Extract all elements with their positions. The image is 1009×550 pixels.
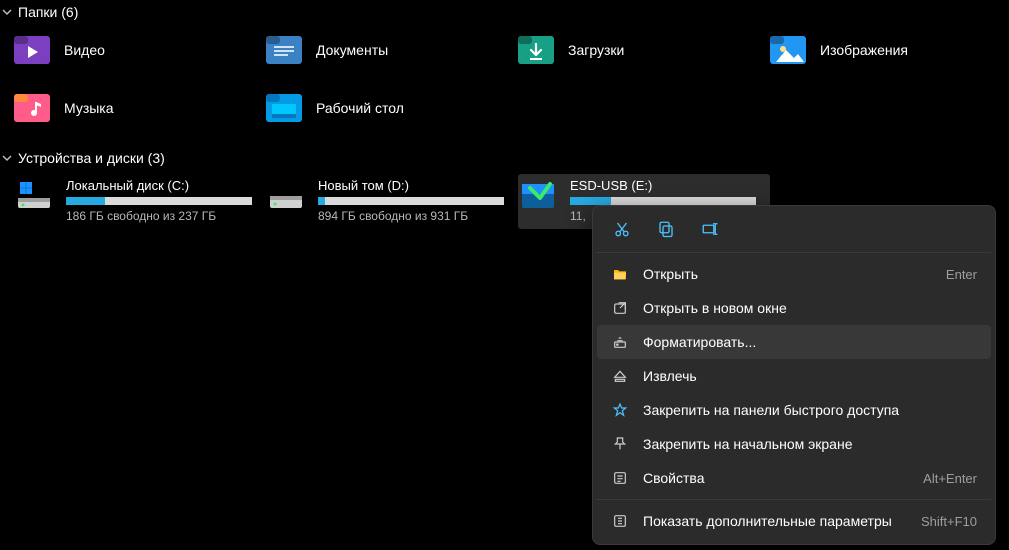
format-drive-icon [611,333,629,351]
folder-label: Музыка [64,100,114,116]
folder-pictures[interactable]: Изображения [770,32,1009,68]
menu-label: Показать дополнительные параметры [643,513,907,529]
context-menu-format[interactable]: Форматировать... [597,325,991,359]
pin-start-icon [611,435,629,453]
folder-label: Изображения [820,42,908,58]
menu-label: Открыть [643,266,932,282]
drive-name: Локальный диск (C:) [66,178,260,193]
folder-music[interactable]: Музыка [14,90,266,126]
menu-shortcut: Alt+Enter [923,471,977,486]
drive-local-c[interactable]: Локальный диск (C:) 186 ГБ свободно из 2… [14,174,266,229]
context-menu: Открыть Enter Открыть в новом окне Форма… [592,205,996,545]
folder-downloads[interactable]: Загрузки [518,32,770,68]
menu-label: Свойства [643,470,909,486]
menu-label: Открыть в новом окне [643,300,963,316]
menu-label: Извлечь [643,368,963,384]
menu-label: Закрепить на панели быстрого доступа [643,402,963,418]
show-more-icon [611,512,629,530]
menu-label: Форматировать... [643,334,963,350]
eject-icon [611,367,629,385]
context-menu-show-more[interactable]: Показать дополнительные параметры Shift+… [597,504,991,538]
properties-icon [611,469,629,487]
usb-drive-icon [520,178,556,214]
downloads-folder-icon [518,32,554,68]
drives-section-title: Устройства и диски (3) [18,150,165,166]
folders-grid: Видео Документы Загрузки [0,24,1009,146]
video-folder-icon [14,32,50,68]
context-menu-open[interactable]: Открыть Enter [597,257,991,291]
context-menu-separator [597,252,991,253]
system-drive-icon [16,178,52,214]
folders-section-title: Папки (6) [18,4,78,20]
drive-subtitle: 186 ГБ свободно из 237 ГБ [66,209,260,223]
menu-shortcut: Shift+F10 [921,514,977,529]
context-menu-open-new-window[interactable]: Открыть в новом окне [597,291,991,325]
cut-icon[interactable] [611,218,633,240]
menu-shortcut: Enter [946,267,977,282]
drive-subtitle: 894 ГБ свободно из 931 ГБ [318,209,512,223]
documents-folder-icon [266,32,302,68]
pictures-folder-icon [770,32,806,68]
context-menu-properties[interactable]: Свойства Alt+Enter [597,461,991,495]
chevron-down-icon [2,150,12,166]
folders-section-header[interactable]: Папки (6) [0,0,1009,24]
drive-capacity-bar [66,197,252,205]
hdd-drive-icon [268,178,304,214]
drive-capacity-bar [318,197,504,205]
context-menu-pin-quick-access[interactable]: Закрепить на панели быстрого доступа [597,393,991,427]
menu-label: Закрепить на начальном экране [643,436,963,452]
drive-capacity-bar [570,197,756,205]
folder-label: Рабочий стол [316,100,404,116]
context-menu-separator [597,499,991,500]
desktop-folder-icon [266,90,302,126]
copy-icon[interactable] [655,218,677,240]
drive-new-volume-d[interactable]: Новый том (D:) 894 ГБ свободно из 931 ГБ [266,174,518,229]
drives-section-header[interactable]: Устройства и диски (3) [0,146,1009,170]
open-new-window-icon [611,299,629,317]
folder-label: Загрузки [568,42,624,58]
folder-desktop[interactable]: Рабочий стол [266,90,518,126]
context-menu-eject[interactable]: Извлечь [597,359,991,393]
pin-quick-access-icon [611,401,629,419]
music-folder-icon [14,90,50,126]
context-menu-pin-start[interactable]: Закрепить на начальном экране [597,427,991,461]
drive-name: ESD-USB (E:) [570,178,764,193]
chevron-down-icon [2,4,12,20]
folder-label: Видео [64,42,105,58]
open-folder-icon [611,265,629,283]
context-menu-action-row [597,212,991,248]
drive-name: Новый том (D:) [318,178,512,193]
folder-label: Документы [316,42,388,58]
folder-videos[interactable]: Видео [14,32,266,68]
folder-documents[interactable]: Документы [266,32,518,68]
rename-icon[interactable] [699,218,721,240]
